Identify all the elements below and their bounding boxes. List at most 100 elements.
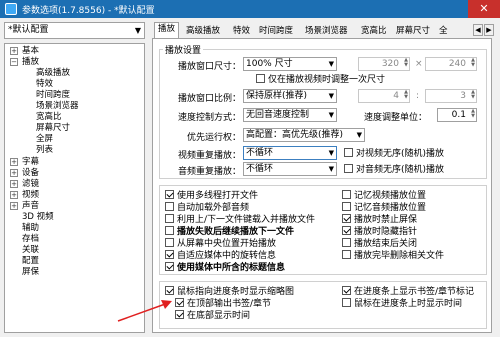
chevron-down-icon: ▼ (356, 131, 362, 139)
auto-load-audio-label: 自动加载外部音频 (177, 203, 250, 213)
no-screensaver-checkbox[interactable]: 播放时禁止屏保 (342, 214, 417, 225)
checkbox-box (165, 262, 174, 271)
tree-item-3d-video[interactable]: 3D 视频 (22, 212, 54, 223)
tab-scroll-right-icon[interactable]: ▶ (484, 24, 494, 36)
tree-item-assist[interactable]: 辅助 (22, 223, 39, 234)
audio-repeat-select[interactable]: 不循环 ▼ (243, 162, 337, 176)
thumbnail-checkbox[interactable]: 鼠标指向进度条时显示缩略图 (165, 286, 294, 297)
speed-unit-input[interactable]: 0.1 ▲ ▼ (437, 108, 477, 122)
close-button[interactable]: ✕ (468, 0, 500, 18)
tab-playback[interactable]: 播放 (154, 22, 180, 39)
resize-once-label: 仅在播放视频时调整一次尺寸 (268, 75, 386, 85)
delete-after-play-checkbox[interactable]: 播放完毕删除相关文件 (342, 250, 444, 261)
tree-item-video[interactable]: 视频 (22, 190, 39, 201)
multithread-checkbox[interactable]: 使用多线程打开文件 (165, 190, 258, 201)
media-title-checkbox[interactable]: 使用媒体中所含的标题信息 (165, 262, 285, 273)
spinner-icon: ▲ ▼ (404, 57, 408, 68)
tab-scene-browser[interactable]: 场景浏览器 (301, 24, 352, 38)
video-shuffle-checkbox[interactable]: 对视频无序(随机)播放 (344, 148, 444, 159)
checkbox-box (342, 250, 351, 259)
center-start-checkbox[interactable]: 从屏幕中央位置开始播放 (165, 238, 276, 249)
profile-select[interactable]: *默认配置 ▼ (4, 22, 145, 39)
continue-next-label: 播放失败后继续播放下一文件 (177, 227, 295, 237)
hide-pointer-checkbox[interactable]: 播放时隐藏指针 (342, 226, 417, 237)
resize-once-checkbox[interactable]: 仅在播放视频时调整一次尺寸 (256, 74, 385, 85)
chevron-down-icon: ▼ (328, 92, 334, 100)
checkbox-box (165, 250, 174, 259)
tree-item-subtitles[interactable]: 字幕 (22, 157, 39, 168)
remember-video-pos-checkbox[interactable]: 记忆视频播放位置 (342, 190, 426, 201)
continue-next-checkbox[interactable]: 播放失败后继续播放下一文件 (165, 226, 294, 237)
tree-item-scene-browser[interactable]: 场景浏览器 (36, 101, 79, 112)
ratio-a-input[interactable]: 4 ▲ ▼ (358, 89, 410, 103)
tree-item-basic[interactable]: 基本 (22, 46, 39, 57)
expand-icon[interactable]: + (10, 169, 18, 177)
checkbox-box (165, 238, 174, 247)
tree-item-devices[interactable]: 设备 (22, 168, 39, 179)
expand-icon[interactable]: + (10, 180, 18, 188)
checkbox-box (342, 238, 351, 247)
tree-item-filters[interactable]: 滤镜 (22, 179, 39, 190)
tree-item-audio[interactable]: 声音 (22, 201, 39, 212)
chevron-down-icon: ▼ (328, 165, 334, 173)
tree-item-time-span[interactable]: 时间跨度 (36, 90, 70, 101)
chevron-down-icon: ▼ (328, 60, 334, 68)
tab-scroll-left-icon[interactable]: ◀ (473, 24, 483, 36)
expand-icon[interactable]: + (10, 47, 18, 55)
tree-item-list[interactable]: 列表 (36, 145, 53, 156)
delete-after-play-label: 播放完毕删除相关文件 (354, 251, 445, 261)
audio-shuffle-label: 对音频无序(随机)播放 (356, 165, 445, 175)
ratio-a-value: 4 (393, 91, 399, 101)
prev-next-key-checkbox[interactable]: 利用上/下一文件键载入并播放文件 (165, 214, 315, 225)
tab-bar: 播放 高级播放 特效 时间跨度 场景浏览器 宽高比 屏幕尺寸 全 (152, 22, 492, 39)
remember-audio-pos-checkbox[interactable]: 记忆音频播放位置 (342, 202, 426, 213)
hide-pointer-label: 播放时隐藏指针 (354, 227, 418, 237)
checkbox-box (342, 190, 351, 199)
aspect-select[interactable]: 保持原样(推荐) ▼ (243, 89, 337, 103)
ratio-b-input[interactable]: 3 ▲ ▼ (425, 89, 477, 103)
tab-screen-size[interactable]: 屏幕尺寸 (392, 24, 434, 38)
priority-value: 高配置：高优先级(推荐) (246, 130, 344, 140)
window-size-select[interactable]: 100% 尺寸 ▼ (243, 57, 337, 71)
tab-advanced-playback[interactable]: 高级播放 (182, 24, 224, 38)
speed-mode-select[interactable]: 无回音速度控制 ▼ (243, 108, 337, 122)
bottom-time-checkbox[interactable]: 在底部显示时间 (175, 310, 250, 321)
rotation-info-checkbox[interactable]: 自适应媒体中的旋转信息 (165, 250, 276, 261)
tree-item-association[interactable]: 关联 (22, 245, 39, 256)
tree-item-config[interactable]: 配置 (22, 256, 39, 267)
tree-item-aspect-ratio[interactable]: 宽高比 (36, 112, 62, 123)
tree-item-effects[interactable]: 特效 (36, 79, 53, 90)
checkbox-box (165, 214, 174, 223)
auto-load-audio-checkbox[interactable]: 自动加载外部音频 (165, 202, 249, 213)
spinner-icon: ▲ ▼ (404, 89, 408, 100)
expand-icon[interactable]: + (10, 191, 18, 199)
tree-item-storage[interactable]: 存档 (22, 234, 39, 245)
width-input[interactable]: 320 ▲ ▼ (358, 57, 410, 71)
checkbox-box (165, 226, 174, 235)
tab-fullscreen[interactable]: 全 (435, 24, 452, 38)
collapse-icon[interactable]: − (10, 58, 18, 66)
priority-select[interactable]: 高配置：高优先级(推荐) ▼ (243, 128, 365, 142)
height-input[interactable]: 240 ▲ ▼ (425, 57, 477, 71)
tab-aspect-ratio[interactable]: 宽高比 (357, 24, 391, 38)
tree-item-fullscreen[interactable]: 全屏 (36, 134, 53, 145)
hover-time-checkbox[interactable]: 鼠标在进度条上时显示时间 (342, 298, 462, 309)
tree-item-screen-size[interactable]: 屏幕尺寸 (36, 123, 70, 134)
chapter-marks-label: 在进度条上显示书签/章节标记 (354, 287, 475, 297)
expand-icon[interactable]: + (10, 202, 18, 210)
video-repeat-select[interactable]: 不循环 ▼ (243, 146, 337, 160)
audio-shuffle-checkbox[interactable]: 对音频无序(随机)播放 (344, 164, 444, 175)
close-after-end-checkbox[interactable]: 播放结束后关闭 (342, 238, 417, 249)
window-size-value: 100% 尺寸 (246, 59, 293, 69)
expand-icon[interactable]: + (10, 158, 18, 166)
tab-time-span[interactable]: 时间跨度 (255, 24, 297, 38)
speed-mode-value: 无回音速度控制 (246, 110, 310, 120)
remember-video-pos-label: 记忆视频播放位置 (354, 191, 427, 201)
chevron-down-icon: ▼ (328, 149, 334, 157)
top-bookmark-checkbox[interactable]: 在顶部输出书签/章节 (175, 298, 271, 309)
tree-item-playback[interactable]: 播放 (22, 57, 39, 68)
tab-effects[interactable]: 特效 (229, 24, 254, 38)
tree-item-advanced-playback[interactable]: 高级播放 (36, 68, 70, 79)
chapter-marks-checkbox[interactable]: 在进度条上显示书签/章节标记 (342, 286, 474, 297)
tree-item-screensaver[interactable]: 屏保 (22, 267, 39, 278)
